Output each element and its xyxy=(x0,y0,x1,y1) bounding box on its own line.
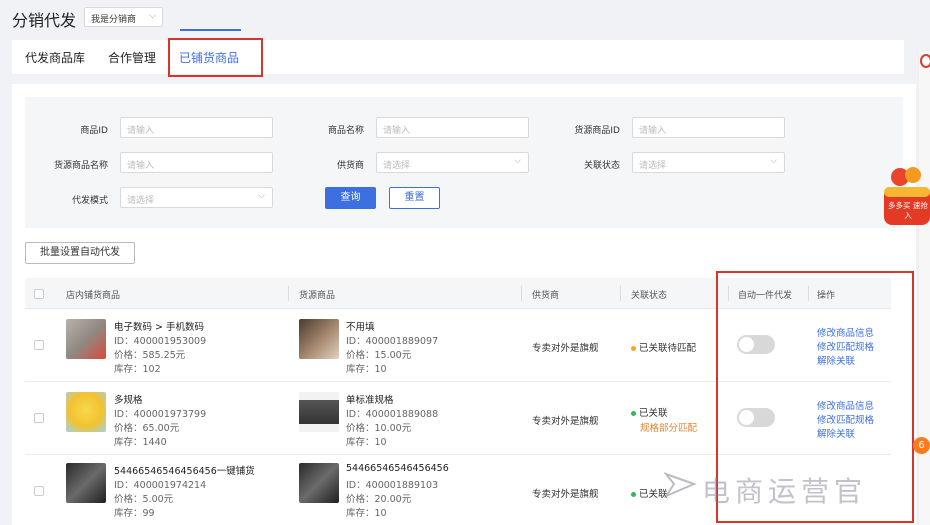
source-product-title: 不用填 xyxy=(346,322,375,333)
notification-count-badge: 6 xyxy=(913,437,930,454)
supplier-placeholder: 请选择 xyxy=(383,161,411,171)
header-store-product: 店内铺货商品 xyxy=(66,291,121,301)
store-product-thumbnail xyxy=(66,319,106,359)
row-checkbox[interactable] xyxy=(34,413,44,423)
watermark-text: 电商运营官 xyxy=(702,475,868,508)
store-product-price: 价格：5.00元 xyxy=(114,494,174,505)
store-product-id: ID：400001953009 xyxy=(114,336,207,347)
filter-label-supplier: 供货商 xyxy=(336,161,364,171)
mode-placeholder: 请选择 xyxy=(127,196,155,206)
supplier-name: 专卖对外是旗舰 xyxy=(532,416,599,427)
link-status: 已关联 xyxy=(631,486,668,500)
source-product-price: 价格：10.00元 xyxy=(346,423,412,434)
row-checkbox[interactable] xyxy=(34,486,44,496)
header-source-product: 货源商品 xyxy=(299,291,336,301)
source-product-id-input[interactable]: 请输入 xyxy=(632,117,785,138)
store-product-price: 价格：585.25元 xyxy=(114,350,186,361)
link-status-select[interactable]: 请选择 ⌵ xyxy=(632,152,785,173)
filter-label-mode: 代发模式 xyxy=(71,196,108,206)
promo-text: 多多买 速抢入 xyxy=(888,201,928,220)
filter-label-source-product-id: 货源商品ID xyxy=(574,126,620,136)
source-product-thumbnail xyxy=(299,392,339,432)
source-product-thumbnail xyxy=(299,463,339,503)
store-product-title: 电子数码 > 手机数码 xyxy=(114,322,204,333)
batch-auto-dropship-button[interactable]: 批量设置自动代发 xyxy=(25,242,135,264)
header-link-status: 关联状态 xyxy=(631,291,668,301)
source-product-name-input[interactable]: 请输入 xyxy=(120,152,273,173)
tab-dropship-library[interactable]: 代发商品库 xyxy=(25,49,85,66)
filter-label-source-product-name: 货源商品名称 xyxy=(53,161,108,171)
link-status-text: 已关联 xyxy=(639,408,668,419)
mode-select[interactable]: 请选择 ⌵ xyxy=(120,187,273,208)
tab-bar: 代发商品库 合作管理 已铺货商品 xyxy=(12,40,904,74)
role-select-value: 我是分销商 xyxy=(91,15,137,25)
source-product-title: 54466546546456456 xyxy=(346,463,449,474)
active-tab-indicator xyxy=(180,29,241,31)
product-id-input[interactable]: 请输入 xyxy=(120,117,273,138)
product-name-placeholder: 请输入 xyxy=(383,126,411,136)
store-product-title: 多规格 xyxy=(114,395,143,406)
source-product-id: ID：400001889097 xyxy=(346,336,439,347)
product-id-placeholder: 请输入 xyxy=(127,126,155,136)
source-product-id: ID：400001889103 xyxy=(346,480,439,491)
column-divider xyxy=(288,286,289,301)
store-product-thumbnail xyxy=(66,392,106,432)
filter-label-link-status: 关联状态 xyxy=(583,161,620,171)
store-product-stock: 库存：1440 xyxy=(114,437,167,448)
supplier-select[interactable]: 请选择 ⌵ xyxy=(376,152,529,173)
store-product-price: 价格：65.00元 xyxy=(114,423,180,434)
link-status-placeholder: 请选择 xyxy=(639,161,667,171)
header-supplier: 供货商 xyxy=(532,291,560,301)
source-product-stock: 库存：10 xyxy=(346,508,387,519)
tab-cooperation[interactable]: 合作管理 xyxy=(108,49,156,66)
reset-button[interactable]: 重置 xyxy=(389,187,440,209)
notification-icon[interactable] xyxy=(920,54,930,68)
source-product-id: ID：400001889088 xyxy=(346,409,439,420)
link-status: 已关联待匹配 xyxy=(631,340,696,354)
store-product-id: ID：400001974214 xyxy=(114,480,207,491)
spec-match-note: 规格部分匹配 xyxy=(640,423,698,434)
query-button[interactable]: 查询 xyxy=(325,187,376,209)
store-product-thumbnail xyxy=(66,463,106,503)
source-product-price: 价格：20.00元 xyxy=(346,494,412,505)
highlight-box-tab xyxy=(168,38,263,77)
source-product-stock: 库存：10 xyxy=(346,437,387,448)
store-product-id: ID：400001973799 xyxy=(114,409,207,420)
store-product-stock: 库存：99 xyxy=(114,508,155,519)
column-divider xyxy=(521,286,522,301)
supplier-name: 专卖对外是旗舰 xyxy=(532,343,599,354)
watermark-logo-icon xyxy=(664,472,697,498)
source-product-price: 价格：15.00元 xyxy=(346,350,412,361)
select-all-checkbox[interactable] xyxy=(34,289,44,299)
chevron-down-icon: ⌵ xyxy=(149,11,156,21)
supplier-name: 专卖对外是旗舰 xyxy=(532,489,599,500)
source-product-thumbnail xyxy=(299,319,339,359)
status-dot xyxy=(631,411,636,416)
store-product-title: 54466546546456456一键铺货 xyxy=(114,466,255,477)
source-product-name-placeholder: 请输入 xyxy=(127,161,155,171)
chevron-down-icon: ⌵ xyxy=(258,191,265,201)
source-product-stock: 库存：10 xyxy=(346,364,387,375)
status-dot xyxy=(631,492,636,497)
role-select[interactable]: 我是分销商 ⌵ xyxy=(84,7,163,27)
link-status-text: 已关联待匹配 xyxy=(639,343,697,354)
filter-label-product-id: 商品ID xyxy=(80,126,108,136)
store-product-stock: 库存：102 xyxy=(114,364,161,375)
page-title: 分销代发 xyxy=(12,11,77,30)
link-status: 已关联 xyxy=(631,405,668,419)
chevron-down-icon: ⌵ xyxy=(770,156,777,166)
source-product-title: 单标准规格 xyxy=(346,395,394,406)
chevron-down-icon: ⌵ xyxy=(514,156,521,166)
filter-label-product-name: 商品名称 xyxy=(327,126,364,136)
right-side-strip xyxy=(918,52,930,525)
column-divider xyxy=(620,286,621,301)
promo-widget[interactable]: 多多买 速抢入 xyxy=(880,163,930,229)
row-checkbox[interactable] xyxy=(34,340,44,350)
page-header: 分销代发 我是分销商 ⌵ xyxy=(0,0,930,38)
product-name-input[interactable]: 请输入 xyxy=(376,117,529,138)
source-product-id-placeholder: 请输入 xyxy=(639,126,667,136)
status-dot xyxy=(631,346,636,351)
